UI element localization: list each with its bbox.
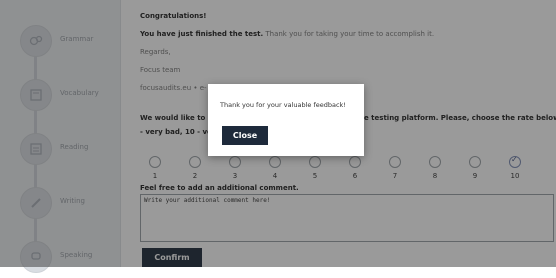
modal-message: Thank you for your valuable feedback!: [220, 101, 346, 109]
feedback-modal: Thank you for your valuable feedback! Cl…: [208, 84, 364, 156]
close-button[interactable]: Close: [222, 126, 268, 145]
